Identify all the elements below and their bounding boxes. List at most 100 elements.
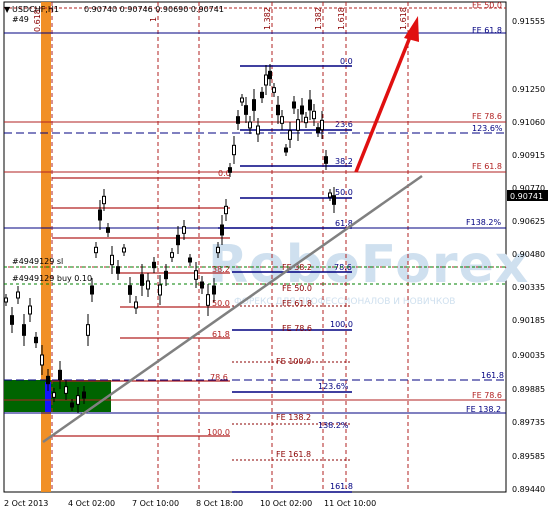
candle-body xyxy=(288,130,292,140)
candle-body xyxy=(90,285,94,295)
svg-text:123.6%: 123.6% xyxy=(318,382,349,391)
candle-body xyxy=(280,116,284,124)
candle-body xyxy=(102,195,106,205)
svg-text:0.90625: 0.90625 xyxy=(512,217,545,226)
svg-text:FE 138.2: FE 138.2 xyxy=(276,413,311,422)
svg-text:1.618: 1.618 xyxy=(337,7,346,30)
svg-text:0.91250: 0.91250 xyxy=(512,85,545,94)
candle-body xyxy=(284,147,288,153)
candle-body xyxy=(58,369,62,381)
candle-body xyxy=(224,205,228,215)
candle-body xyxy=(34,336,38,344)
svg-text:2 Oct 2013: 2 Oct 2013 xyxy=(4,499,48,508)
svg-text:0.90915: 0.90915 xyxy=(512,151,545,160)
svg-text:50.0: 50.0 xyxy=(212,299,230,308)
candle-body xyxy=(86,324,90,336)
order-buy-label[interactable]: #4949129 buy 0.10 xyxy=(12,274,92,283)
chart-window[interactable]: RoboForex ФОРЕКС ДЛЯ ПРОФЕССИОНАЛОВ И НО… xyxy=(0,0,551,513)
price-chart[interactable]: RoboForex ФОРЕКС ДЛЯ ПРОФЕССИОНАЛОВ И НО… xyxy=(0,0,551,513)
svg-text:FE 138.2: FE 138.2 xyxy=(466,405,501,414)
candle-body xyxy=(146,280,150,290)
svg-text:7 Oct 10:00: 7 Oct 10:00 xyxy=(132,499,179,508)
svg-text:4 Oct 02:00: 4 Oct 02:00 xyxy=(68,499,115,508)
time-axis: 2 Oct 2013 4 Oct 02:00 7 Oct 10:00 8 Oct… xyxy=(4,499,376,508)
candle-body xyxy=(228,167,232,173)
candle-body xyxy=(272,87,276,93)
svg-text:0.0: 0.0 xyxy=(340,57,353,66)
candle-body xyxy=(316,127,320,133)
candle-body xyxy=(4,297,8,303)
candle-body xyxy=(140,274,144,286)
price-axis: 0.91555 0.91250 0.91060 0.90915 0.90770 … xyxy=(512,17,545,494)
candle-body xyxy=(264,74,268,86)
svg-text:FE 78.6: FE 78.6 xyxy=(282,324,312,333)
svg-text:FE 161.8: FE 161.8 xyxy=(276,450,311,459)
candle-body xyxy=(116,266,120,274)
candle-body xyxy=(220,224,224,236)
candle-body xyxy=(216,246,220,254)
svg-text:38.2: 38.2 xyxy=(335,157,353,166)
svg-text:10 Oct 02:00: 10 Oct 02:00 xyxy=(260,499,312,508)
svg-text:1.618: 1.618 xyxy=(399,7,408,30)
svg-text:0.89440: 0.89440 xyxy=(512,485,545,494)
svg-text:23.6: 23.6 xyxy=(335,120,353,129)
candle-body xyxy=(158,284,162,296)
svg-text:FE 61.8: FE 61.8 xyxy=(472,26,502,35)
candle-body xyxy=(256,125,260,135)
candle-body xyxy=(328,192,332,198)
candle-body xyxy=(94,246,98,254)
svg-text:FE 61.8: FE 61.8 xyxy=(472,162,502,171)
ticket-tag: #49 xyxy=(12,15,29,24)
order-sl-label[interactable]: #4949129 sl xyxy=(12,257,63,266)
svg-text:0.90335: 0.90335 xyxy=(512,283,545,292)
candle-body xyxy=(304,116,308,124)
candle-body xyxy=(248,121,252,129)
candle-body xyxy=(170,252,174,258)
svg-text:0.91555: 0.91555 xyxy=(512,17,545,26)
candle-body xyxy=(244,105,248,115)
candle-body xyxy=(98,209,102,221)
svg-text:123.6%: 123.6% xyxy=(472,124,503,133)
candle-body xyxy=(312,110,316,120)
candle-body xyxy=(200,281,204,289)
ohlc-label: 0.90740 0.90746 0.90690 0.90741 xyxy=(84,5,224,14)
svg-text:100.0: 100.0 xyxy=(330,320,353,329)
candle-body xyxy=(236,116,240,124)
candle-body xyxy=(212,285,216,295)
candle-body xyxy=(22,324,26,336)
candle-body xyxy=(128,285,132,295)
svg-text:0.89585: 0.89585 xyxy=(512,452,545,461)
candle-body xyxy=(28,305,32,315)
watermark-logo: RoboForex xyxy=(208,235,529,295)
candle-body xyxy=(292,101,296,109)
candle-body xyxy=(300,105,304,115)
svg-text:78.6: 78.6 xyxy=(210,373,228,382)
svg-text:61.8: 61.8 xyxy=(212,330,230,339)
candle-body xyxy=(240,97,244,103)
svg-text:FE 61.8: FE 61.8 xyxy=(282,299,312,308)
svg-text:F138.2%: F138.2% xyxy=(466,218,502,227)
svg-text:0.90035: 0.90035 xyxy=(512,351,545,360)
svg-text:0.89885: 0.89885 xyxy=(512,385,545,394)
green-zone-box xyxy=(4,380,111,412)
candle-body xyxy=(40,354,44,366)
candle-body xyxy=(232,144,236,156)
candle-body xyxy=(106,227,110,233)
svg-text:1.382: 1.382 xyxy=(263,7,272,30)
candle-body xyxy=(268,70,272,80)
orange-time-zone xyxy=(41,2,51,492)
candle-body xyxy=(260,91,264,99)
svg-text:0.91060: 0.91060 xyxy=(512,118,545,127)
candle-body xyxy=(296,119,300,131)
candle-body xyxy=(206,294,210,306)
svg-text:100.0: 100.0 xyxy=(207,428,230,437)
candle-body xyxy=(152,261,156,269)
candle-body xyxy=(134,301,138,309)
svg-text:FE 78.6: FE 78.6 xyxy=(472,112,502,121)
svg-text:11 Oct 10:00: 11 Oct 10:00 xyxy=(324,499,376,508)
svg-text:0.89735: 0.89735 xyxy=(512,418,545,427)
candle-body xyxy=(276,104,280,116)
candle-body xyxy=(182,226,186,234)
svg-text:0.90185: 0.90185 xyxy=(512,316,545,325)
candle-body xyxy=(46,375,50,385)
